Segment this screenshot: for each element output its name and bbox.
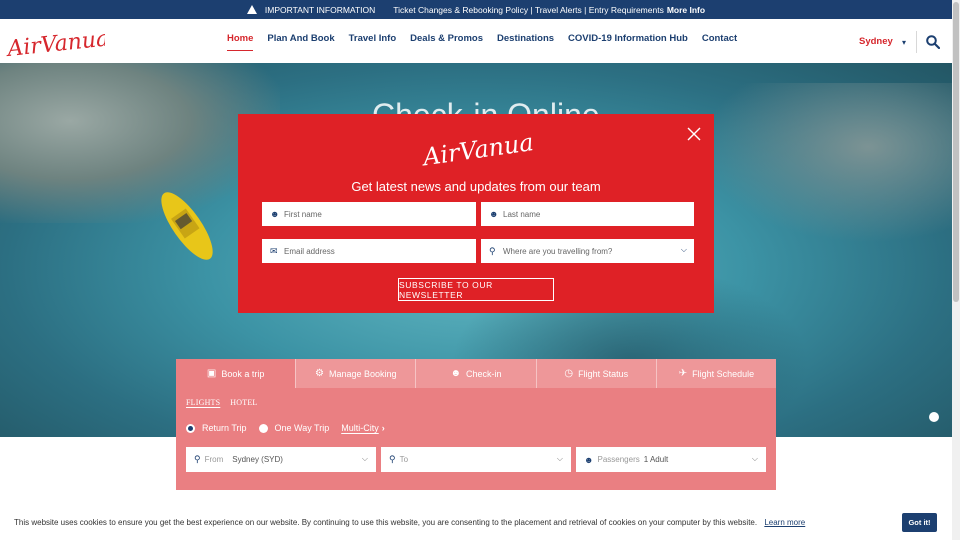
to-select[interactable]: ⚲ To ⌵: [381, 447, 571, 472]
alert-bar: IMPORTANT INFORMATION Ticket Changes & R…: [0, 0, 952, 19]
booking-tabs: ▣ Book a trip ⚙ Manage Booking ☻ Check-i…: [176, 359, 776, 388]
subtab-hotel[interactable]: HOTEL: [230, 398, 257, 407]
tab-manage-booking[interactable]: ⚙ Manage Booking: [296, 359, 417, 388]
user-icon: ☻: [584, 454, 594, 465]
last-name-placeholder: Last name: [503, 209, 541, 219]
chevron-right-icon[interactable]: ›: [382, 423, 385, 433]
tab-check-in[interactable]: ☻ Check-in: [416, 359, 537, 388]
warning-icon: [246, 5, 257, 14]
booking-widget: ▣ Book a trip ⚙ Manage Booking ☻ Check-i…: [176, 359, 776, 490]
clock-icon: ◷: [564, 368, 574, 379]
one-way-trip-label[interactable]: One Way Trip: [275, 423, 330, 433]
alert-label: IMPORTANT INFORMATION: [264, 4, 376, 15]
to-label: To: [399, 455, 409, 464]
first-name-placeholder: First name: [284, 209, 322, 219]
chevron-down-icon[interactable]: ▾: [902, 38, 906, 47]
tab-label: Check-in: [466, 368, 502, 379]
from-select[interactable]: ⚲ From Sydney (SYD) ⌵: [186, 447, 376, 472]
user-check-icon: ☻: [450, 368, 462, 379]
tab-label: Manage Booking: [329, 368, 397, 379]
tab-label: Flight Status: [578, 368, 629, 379]
passengers-value: 1 Adult: [643, 455, 669, 464]
search-icon[interactable]: [926, 35, 940, 49]
tab-flight-schedule[interactable]: ✈ Flight Schedule: [657, 359, 776, 388]
scrollbar-thumb[interactable]: [953, 2, 959, 302]
multi-city-link[interactable]: Multi-City: [341, 423, 379, 433]
more-info-link[interactable]: More Info: [667, 5, 705, 15]
user-icon: ☻: [270, 209, 280, 219]
briefcase-icon: ▣: [206, 368, 217, 379]
origin-placeholder: Where are you travelling from?: [503, 246, 613, 256]
nav-item-covid-hub[interactable]: COVID-19 Information Hub: [568, 33, 688, 51]
radio-return-trip[interactable]: [186, 423, 195, 433]
main-nav: Home Plan And Book Travel Info Deals & P…: [227, 33, 737, 51]
trip-type-group: Return Trip One Way Trip Multi-City ›: [186, 423, 385, 433]
map-pin-icon: ⚲: [489, 245, 496, 256]
svg-text:AirVanuatu: AirVanuatu: [5, 24, 105, 61]
chevron-down-icon: ⌵: [556, 454, 563, 463]
radio-one-way-trip[interactable]: [258, 423, 268, 433]
passengers-label: Passengers: [597, 455, 640, 464]
got-it-button[interactable]: Got it!: [902, 513, 937, 532]
map-pin-icon: ⚲: [194, 454, 201, 464]
subtab-flights[interactable]: FLIGHTS: [186, 398, 220, 407]
air-vanuatu-logo[interactable]: AirVanuatu: [5, 21, 105, 61]
boat-image: [161, 192, 213, 260]
origin-select[interactable]: ⚲ Where are you travelling from? ⌵: [481, 239, 694, 263]
email-placeholder: Email address: [284, 246, 335, 256]
tab-book-a-trip[interactable]: ▣ Book a trip: [176, 359, 297, 388]
plane-icon: ✈: [678, 368, 688, 379]
close-icon[interactable]: [687, 127, 701, 141]
divider: [916, 31, 917, 53]
email-field[interactable]: ✉ Email address: [262, 239, 476, 263]
chevron-down-icon: ⌵: [361, 454, 368, 463]
subscribe-button[interactable]: SUBSCRIBE TO OUR NEWSLETTER: [398, 278, 554, 301]
learn-more-link[interactable]: Learn more: [764, 518, 805, 527]
gear-icon: ⚙: [315, 368, 324, 379]
cookie-text: This website uses cookies to ensure you …: [14, 518, 758, 527]
nav-item-deals-promos[interactable]: Deals & Promos: [410, 33, 483, 51]
newsletter-heading: Get latest news and updates from our tea…: [351, 179, 601, 194]
tab-label: Flight Schedule: [692, 368, 755, 379]
chevron-down-icon: ⌵: [751, 454, 758, 463]
tab-flight-status[interactable]: ◷ Flight Status: [537, 359, 657, 388]
nav-item-contact[interactable]: Contact: [702, 33, 737, 51]
slider-dot[interactable]: [929, 412, 939, 422]
from-label: From: [204, 455, 224, 464]
site-header: AirVanuatu Home Plan And Book Travel Inf…: [0, 19, 952, 63]
user-icon: ☻: [489, 209, 499, 219]
page: IMPORTANT INFORMATION Ticket Changes & R…: [0, 0, 960, 540]
nav-item-plan-and-book[interactable]: Plan And Book: [267, 33, 334, 51]
passengers-select[interactable]: ☻ Passengers 1 Adult ⌵: [576, 447, 766, 472]
cookie-banner: This website uses cookies to ensure you …: [0, 505, 952, 540]
svg-text:AirVanuatu: AirVanuatu: [419, 125, 534, 168]
last-name-field[interactable]: ☻ Last name: [481, 202, 694, 226]
nav-item-travel-info[interactable]: Travel Info: [349, 33, 397, 51]
nav-item-destinations[interactable]: Destinations: [497, 33, 554, 51]
city-selector[interactable]: Sydney: [859, 36, 893, 47]
booking-subtabs: FLIGHTS HOTEL: [186, 398, 258, 407]
newsletter-modal: AirVanuatu Get latest news and updates f…: [238, 114, 714, 313]
envelope-icon: ✉: [270, 245, 278, 256]
scrollbar[interactable]: [952, 0, 960, 540]
first-name-field[interactable]: ☻ First name: [262, 202, 476, 226]
map-pin-icon: ⚲: [389, 454, 396, 464]
chevron-down-icon: ⌵: [680, 245, 687, 254]
air-vanuatu-logo: AirVanuatu: [419, 125, 534, 168]
nav-item-home[interactable]: Home: [227, 33, 254, 51]
from-value: Sydney (SYD): [232, 455, 283, 464]
tab-label: Book a trip: [221, 368, 265, 379]
return-trip-label[interactable]: Return Trip: [202, 423, 247, 433]
alert-text[interactable]: Ticket Changes & Rebooking Policy | Trav…: [393, 5, 664, 15]
